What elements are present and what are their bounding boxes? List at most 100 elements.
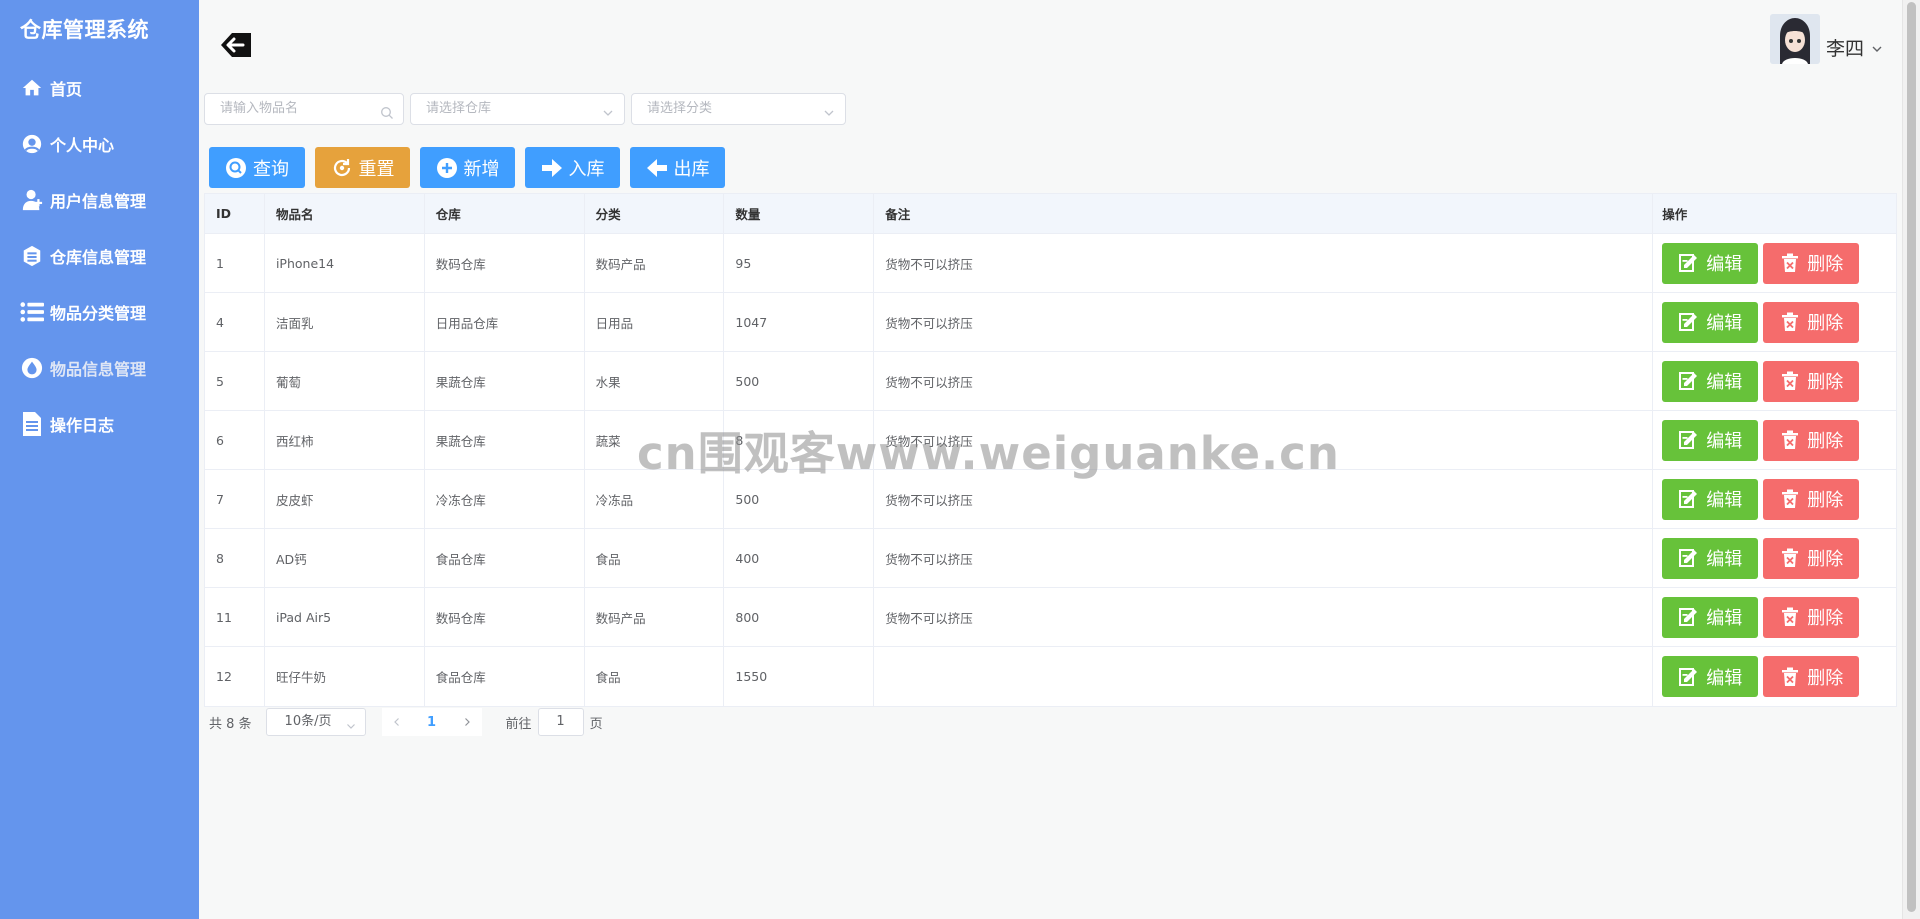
add-button[interactable]: 新增 <box>420 147 515 188</box>
delete-button[interactable]: 删除 <box>1763 596 1860 638</box>
next-page-button[interactable] <box>452 708 482 736</box>
sidebar-item-item-management[interactable]: 物品信息管理 <box>0 340 199 396</box>
sidebar-item-home[interactable]: 首页 <box>0 60 199 116</box>
edit-button[interactable]: 编辑 <box>1662 656 1759 697</box>
sidebar-item-warehouse-management[interactable]: 仓库信息管理 <box>0 228 199 284</box>
trash-icon <box>1779 606 1801 628</box>
cell-name: 洁面乳 <box>265 293 425 351</box>
action-toolbar: 查询 重置 新增 入库 出库 <box>209 147 725 188</box>
edit-button[interactable]: 编辑 <box>1662 360 1759 402</box>
cell-id: 11 <box>205 588 265 646</box>
sidebar-item-label: 物品信息管理 <box>50 360 147 379</box>
column-header-count[interactable]: 数量 <box>724 194 875 233</box>
table-row: 6 西红柿 果蔬仓库 蔬菜 8 货物不可以挤压 编辑 删除 <box>205 411 1896 470</box>
cell-name: AD钙 <box>265 529 425 587</box>
warehouse-select[interactable]: 请选择仓库 <box>410 93 625 125</box>
edit-label: 编辑 <box>1706 254 1743 275</box>
category-placeholder: 请选择分类 <box>647 101 713 116</box>
cell-category: 食品 <box>585 647 725 706</box>
query-button[interactable]: 查询 <box>209 147 305 188</box>
search-icon <box>225 157 247 179</box>
page-number-current[interactable]: 1 <box>412 715 452 730</box>
edit-button[interactable]: 编辑 <box>1662 242 1759 284</box>
edit-button[interactable]: 编辑 <box>1662 301 1759 343</box>
scrollbar-thumb[interactable] <box>1907 2 1916 912</box>
query-label: 查询 <box>253 158 289 180</box>
item-name-placeholder: 请输入物品名 <box>220 101 299 116</box>
chevron-down-icon <box>601 102 615 116</box>
chevron-down-icon <box>1870 41 1884 55</box>
cell-name: 西红柿 <box>265 411 425 469</box>
trash-icon <box>1779 666 1801 688</box>
edit-label: 编辑 <box>1706 372 1743 393</box>
delete-button[interactable]: 删除 <box>1763 242 1860 284</box>
delete-button[interactable]: 删除 <box>1763 656 1860 697</box>
table-header: ID 物品名 仓库 分类 数量 备注 操作 <box>205 194 1896 234</box>
edit-button[interactable]: 编辑 <box>1662 478 1759 520</box>
sidebar-item-category-management[interactable]: 物品分类管理 <box>0 284 199 340</box>
stock-in-button[interactable]: 入库 <box>525 147 620 188</box>
cell-count: 500 <box>724 470 875 528</box>
edit-button[interactable]: 编辑 <box>1662 537 1759 579</box>
goto-page-input[interactable]: 1 <box>537 708 584 736</box>
column-header-warehouse[interactable]: 仓库 <box>425 194 585 233</box>
cell-warehouse: 日用品仓库 <box>425 293 585 351</box>
delete-button[interactable]: 删除 <box>1763 537 1860 579</box>
cell-remark: 货物不可以挤压 <box>874 470 1654 528</box>
delete-button[interactable]: 删除 <box>1763 478 1860 520</box>
arrow-right-icon <box>541 157 563 179</box>
delete-button[interactable]: 删除 <box>1763 419 1860 461</box>
cell-id: 8 <box>205 529 265 587</box>
trash-icon <box>1779 311 1801 333</box>
page-scrollbar[interactable] <box>1902 0 1920 919</box>
stock-out-button[interactable]: 出库 <box>630 147 725 188</box>
sidebar-item-user-management[interactable]: 用户信息管理 <box>0 172 199 228</box>
reset-button[interactable]: 重置 <box>315 147 410 188</box>
cell-count: 400 <box>724 529 875 587</box>
prev-page-button[interactable] <box>382 708 412 736</box>
trash-icon <box>1779 252 1801 274</box>
cell-warehouse: 数码仓库 <box>425 588 585 646</box>
edit-button[interactable]: 编辑 <box>1662 419 1759 461</box>
cell-operation: 编辑 删除 <box>1653 411 1896 469</box>
cell-category: 冷冻品 <box>585 470 725 528</box>
search-icon[interactable] <box>380 102 394 119</box>
delete-label: 删除 <box>1807 608 1844 629</box>
cell-remark: 货物不可以挤压 <box>874 352 1654 410</box>
app-title: 仓库管理系统 <box>20 18 149 42</box>
cell-category: 水果 <box>585 352 725 410</box>
sidebar-item-operation-log[interactable]: 操作日志 <box>0 396 199 452</box>
list-icon <box>20 300 44 324</box>
document-icon <box>20 412 44 436</box>
column-header-id[interactable]: ID <box>205 194 265 233</box>
sidebar-item-profile[interactable]: 个人中心 <box>0 116 199 172</box>
delete-button[interactable]: 删除 <box>1763 360 1860 402</box>
edit-button[interactable]: 编辑 <box>1662 596 1759 638</box>
delete-label: 删除 <box>1807 549 1844 570</box>
cell-id: 4 <box>205 293 265 351</box>
sidebar-item-label: 用户信息管理 <box>50 192 147 211</box>
edit-label: 编辑 <box>1706 608 1743 629</box>
delete-label: 删除 <box>1807 490 1844 511</box>
drop-icon <box>20 356 44 380</box>
cell-category: 数码产品 <box>585 234 725 292</box>
edit-icon <box>1678 547 1700 569</box>
item-name-search-input[interactable]: 请输入物品名 <box>204 93 404 125</box>
column-header-remark[interactable]: 备注 <box>874 194 1654 233</box>
cell-count: 1047 <box>724 293 875 351</box>
category-select[interactable]: 请选择分类 <box>631 93 846 125</box>
cell-id: 7 <box>205 470 265 528</box>
page-size-select[interactable]: 10条/页 <box>265 708 366 736</box>
user-name: 李四 <box>1825 37 1864 60</box>
delete-button[interactable]: 删除 <box>1763 301 1860 343</box>
user-menu[interactable]: 李四 <box>1769 14 1884 64</box>
back-arrow-icon[interactable] <box>219 28 253 62</box>
column-header-name[interactable]: 物品名 <box>265 194 425 233</box>
sidebar-item-label: 操作日志 <box>50 416 115 435</box>
cell-remark: 货物不可以挤压 <box>874 293 1654 351</box>
items-table: ID 物品名 仓库 分类 数量 备注 操作 1 iPhone14 数码仓库 数码… <box>204 193 1897 707</box>
avatar <box>1769 14 1820 64</box>
column-header-category[interactable]: 分类 <box>585 194 725 233</box>
edit-icon <box>1678 666 1700 688</box>
stock-in-label: 入库 <box>568 158 605 180</box>
